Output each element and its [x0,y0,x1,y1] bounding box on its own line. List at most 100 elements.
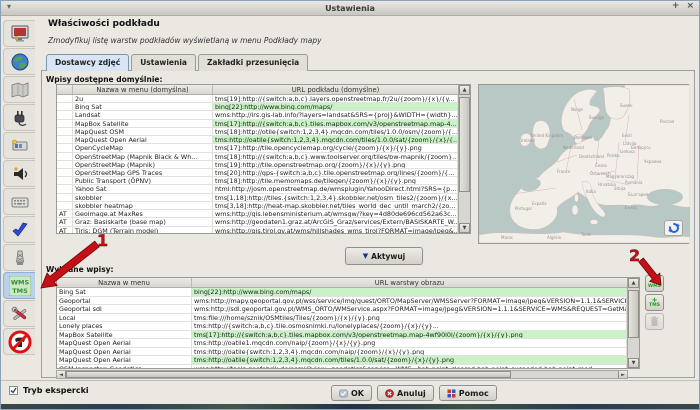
sidebar-tab-connection[interactable] [3,48,35,75]
entry-name[interactable]: skobbler [73,194,213,201]
entry-name[interactable]: Public Transport (ÖPNV) [73,177,213,184]
close-icon[interactable]: × [686,1,694,11]
entry-name[interactable]: Yahoo Sat [73,185,213,192]
entry-name[interactable]: Geoportal sdi [57,305,192,313]
entry-name[interactable]: Bing Sat [57,288,192,296]
entry-country-code[interactable] [57,95,73,102]
scroll-right-button[interactable]: ► [618,371,627,378]
table-row[interactable]: Bing Satbing[22]:http://www.bing.com/map… [57,103,458,111]
entry-name[interactable]: Landsat [73,111,213,118]
entry-name[interactable]: MapBox Satellite [57,331,192,339]
horizontal-scrollbar[interactable]: ◄ ► [56,370,628,379]
entry-country-code[interactable] [57,111,73,118]
table-row[interactable]: ATTiris: DGM (Terrain model)wms:http://g… [57,227,458,234]
entry-url[interactable]: tms[18]:http://otile{switch:1,2,3,4}.mqc… [213,128,458,135]
table-row[interactable]: MapQuest OSMtms[18]:http://otile{switch:… [57,128,458,136]
entry-name[interactable]: Lonely places [57,322,192,330]
table-row[interactable]: Localtms:file:///home/sznik/OSMtiles/Til… [57,314,627,323]
entry-url[interactable]: tms[1,18]:http://tiles.{switch:1,2,3,4}.… [213,194,458,201]
table-row[interactable]: MapQuest Open Aerialtms:http://oatile{sw… [57,136,458,144]
ok-button[interactable]: OK [331,385,372,401]
entry-url[interactable]: tms:http://oatile{switch:1,2,3,4}.mqcdn.… [192,356,627,364]
table-row[interactable]: ATGraz: Basiskarte (base map)wms:http://… [57,218,458,226]
table-row[interactable]: OpenStreetMap (Mapnik)tms[19]:http://til… [57,161,458,169]
entry-name[interactable]: MapQuest Open Aerial [57,356,192,364]
entry-country-code[interactable] [57,153,73,160]
sidebar-tab-toolbar[interactable] [3,132,35,159]
entry-name[interactable]: skobbler heatmap [73,202,213,209]
scroll-left-button[interactable]: ◄ [57,371,66,378]
table-row[interactable]: Lonely placestms:http://{switch:a,b,c}.t… [57,322,627,331]
entry-url[interactable]: wms:http://sdi.geoportal.gov.pl/WMS_ORTO… [192,305,627,313]
entry-url[interactable]: bing[22]:http://www.bing.com/maps/ [213,103,458,110]
table-row[interactable]: Geoportal sdiwms:http://sdi.geoportal.go… [57,305,627,314]
entry-url[interactable]: wms:http://geodaten1.graz.at/ArcGIS_Graz… [213,218,458,225]
entry-url[interactable]: wms:http://gis.tirol.gv.at/wms/hillshade… [213,227,458,234]
entry-url[interactable]: tms[17]:http://{switch:a,b,c}.tiles.mapb… [192,331,627,339]
window-titlebar[interactable]: ▾ Ustawienia + × [1,1,699,16]
entry-url[interactable]: wms:http://gis.lebensministerium.at/wmsg… [213,210,458,217]
entry-name[interactable]: OpenCycleMap [73,144,213,151]
cancel-button[interactable]: Anuluj [377,385,434,401]
sidebar-tab-remote-control[interactable] [3,244,35,271]
entry-url[interactable]: bing[22]:http://www.bing.com/maps/ [192,288,627,296]
entry-name[interactable]: Geoimage.at MaxRes [73,210,213,217]
table-row[interactable]: Landsatwms:http://irs.gis-lab.info/?laye… [57,111,458,119]
table-row[interactable]: MapQuest Open Aerialtms:http://oatile{sw… [57,356,627,365]
tab-offset-bookmarks[interactable]: Zakładki przesunięcia [198,54,308,71]
table-row[interactable]: OpenStreetMap (Mapnik Black & Wh...tms[1… [57,153,458,161]
map-preview[interactable]: NorgeSverigeSuomiРоссияEestiLatvijaLietu… [478,84,689,244]
entry-country-code[interactable] [57,128,73,135]
entry-url[interactable]: wms:http://irs.gis-lab.info/?layers=land… [213,111,458,118]
table-row[interactable]: MapBox Satellitetms[17]:http://{switch:a… [57,331,627,340]
table-row[interactable]: Geoportalwms:http://mapy.geoportal.gov.p… [57,297,627,306]
delete-entry-button[interactable] [645,313,664,330]
entry-name[interactable]: OSM Inspector: Geodetics [57,365,192,368]
scroll-down-button[interactable]: ▼ [628,358,639,368]
entry-url[interactable]: tms:http://oatile{switch:1,2,3,4}.mqcdn.… [192,348,627,356]
column-header-url[interactable]: URL warstwy obrazu [192,278,627,287]
entry-country-code[interactable] [57,120,73,127]
entry-country-code[interactable] [57,194,73,201]
entry-country-code[interactable] [57,202,73,209]
sidebar-tab-audio[interactable] [3,160,35,187]
table-row[interactable]: Bing Satbing[22]:http://www.bing.com/map… [57,288,627,297]
maximize-icon[interactable]: + [672,1,680,11]
help-button[interactable]: Pomoc [439,385,497,401]
table-row[interactable]: 2utms[19]:http://{switch:a,b,c}.layers.o… [57,95,458,103]
sidebar-tab-validator[interactable] [3,216,35,243]
entry-country-code[interactable] [57,161,73,168]
expert-mode-checkbox[interactable]: Tryb ekspercki [9,386,89,395]
entry-country-code[interactable]: AT [57,210,73,217]
scroll-thumb[interactable] [628,290,639,338]
entry-name[interactable]: OpenStreetMap (Mapnik Black & Wh... [73,153,213,160]
table-row[interactable]: OpenStreetMap GPS Tracestms[20]:http://g… [57,169,458,177]
entry-country-code[interactable]: AT [57,227,73,234]
entry-name[interactable]: MapQuest Open Aerial [57,348,192,356]
vertical-scrollbar[interactable]: ▲ ▼ [627,278,639,368]
scroll-thumb[interactable] [459,97,470,192]
tab-imagery-providers[interactable]: Dostawcy zdjęć [46,54,129,71]
entry-country-code[interactable] [57,177,73,184]
entry-url[interactable]: tms[3,18]:http://heat-map.skobbler.net/t… [213,202,458,209]
entry-url[interactable]: tms[19]:http://tile.openstreetmap.org/{z… [213,161,458,168]
entry-country-code[interactable] [57,103,73,110]
sidebar-tab-imagery[interactable]: WMSTMS [3,272,35,299]
entry-country-code[interactable] [57,185,73,192]
entry-url[interactable]: wms:http://mapy.geoportal.gov.pl/wss/ser… [192,297,627,305]
activate-button[interactable]: ▼ Aktywuj [345,247,423,265]
table-row[interactable]: OpenCycleMaptms[17]:http://tile.opencycl… [57,144,458,152]
entry-name[interactable]: Graz: Basiskarte (base map) [73,218,213,225]
table-row[interactable]: skobblertms[1,18]:http://tiles.{switch:1… [57,194,458,202]
scroll-up-button[interactable]: ▲ [459,85,470,95]
sidebar-tab-offline[interactable] [3,328,35,355]
tab-settings[interactable]: Ustawienia [131,54,196,71]
entry-url[interactable]: tms[18]:http://{switch:a,b,c}.www.toolse… [213,153,458,160]
vertical-scrollbar[interactable]: ▲ ▼ [458,85,470,233]
entry-url[interactable]: tms:http://oatile{switch:1,2,3,4}.mqcdn.… [213,136,458,143]
entry-url[interactable]: tms[17]:http://tile.opencyclemap.org/cyc… [213,144,458,151]
entry-country-code[interactable]: AT [57,218,73,225]
sidebar-tab-map-projection[interactable] [3,76,35,103]
table-row[interactable]: skobbler heatmaptms[3,18]:http://heat-ma… [57,202,458,210]
entry-name[interactable]: MapQuest Open Aerial [57,339,192,347]
